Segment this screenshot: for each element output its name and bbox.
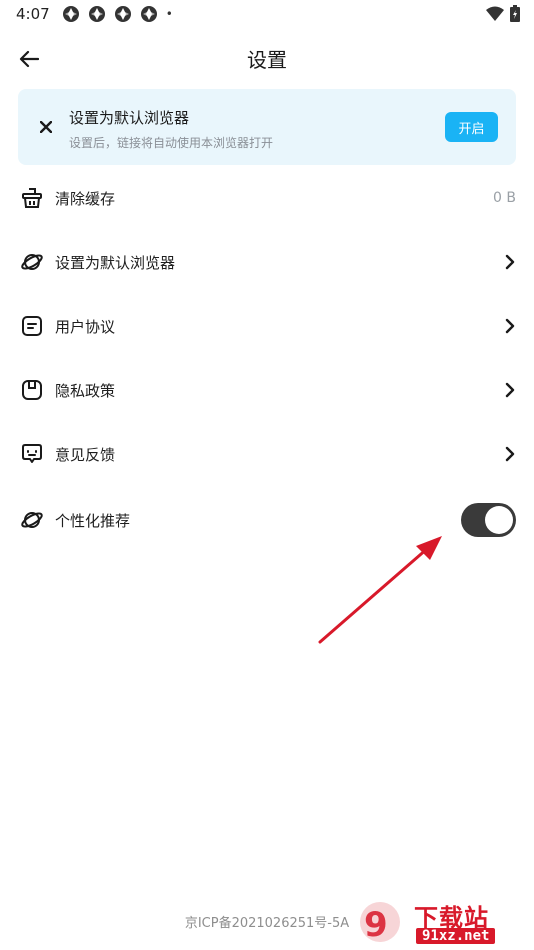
shield-icon [20, 378, 44, 402]
watermark-logo-icon: 9 [360, 902, 400, 945]
personalized-recommendation-toggle[interactable] [461, 503, 516, 537]
basket-icon [20, 186, 44, 210]
annotation-arrow-icon [318, 536, 442, 644]
page-title: 设置 [247, 47, 287, 72]
app-icon [140, 6, 157, 22]
settings-item-label: 个性化推荐 [55, 511, 131, 530]
settings-item-label: 用户协议 [55, 317, 116, 336]
close-icon [40, 121, 52, 133]
app-icon [62, 6, 79, 22]
chevron-right-icon [502, 446, 518, 462]
feedback-icon [20, 442, 44, 466]
back-button[interactable] [16, 46, 42, 72]
status-time: 4:07 [16, 5, 50, 23]
banner-close-button[interactable] [36, 117, 56, 137]
status-bar: 4:07 • [0, 0, 534, 28]
settings-item-label: 意见反馈 [55, 445, 116, 464]
app-icon [114, 6, 131, 22]
svg-text:9: 9 [364, 905, 388, 945]
toggle-knob [485, 506, 513, 534]
planet-icon [20, 508, 44, 532]
watermark-domain: 91xz.net [416, 928, 496, 944]
banner-subtitle: 设置后，链接将自动使用本浏览器打开 [69, 136, 274, 150]
settings-item-label: 设置为默认浏览器 [55, 253, 176, 272]
chevron-right-icon [502, 382, 518, 398]
header: 设置 [0, 36, 534, 80]
status-right-icons [486, 5, 520, 22]
chevron-right-icon [502, 254, 518, 270]
notification-icons: • [62, 5, 173, 23]
document-icon [20, 314, 44, 338]
wifi-icon [486, 6, 504, 21]
settings-item-label: 清除缓存 [55, 189, 116, 208]
settings-item-privacy-policy[interactable]: 隐私政策 [0, 358, 534, 422]
settings-item-personalized-recommendation: 个性化推荐 [0, 488, 534, 552]
settings-item-feedback[interactable]: 意见反馈 [0, 422, 534, 486]
banner-title: 设置为默认浏览器 [69, 109, 190, 127]
back-arrow-icon [19, 50, 39, 68]
battery-icon [510, 5, 520, 22]
chevron-right-icon [502, 318, 518, 334]
default-browser-banner: 设置为默认浏览器 设置后，链接将自动使用本浏览器打开 开启 [18, 89, 516, 165]
settings-item-user-agreement[interactable]: 用户协议 [0, 294, 534, 358]
cache-size-value: 0 B [493, 190, 516, 206]
settings-item-label: 隐私政策 [55, 381, 116, 400]
app-icon [88, 6, 105, 22]
settings-item-default-browser[interactable]: 设置为默认浏览器 [0, 230, 534, 294]
planet-icon [20, 250, 44, 274]
status-dot: • [165, 7, 173, 21]
enable-button[interactable]: 开启 [445, 112, 498, 142]
watermark: 9 下载站 91xz.net [358, 898, 528, 946]
settings-item-clear-cache[interactable]: 清除缓存 0 B [0, 166, 534, 230]
